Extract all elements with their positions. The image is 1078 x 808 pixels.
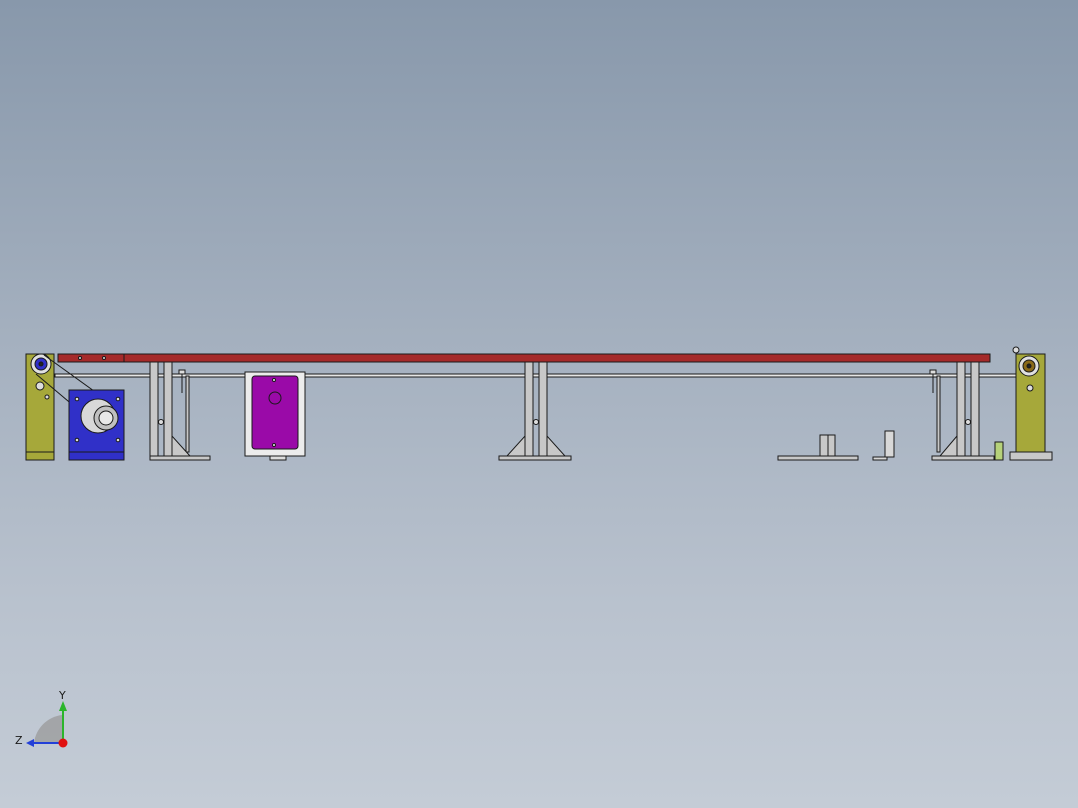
z-axis-arrow	[26, 739, 34, 747]
belt-rivet	[102, 356, 106, 360]
stop-block	[827, 434, 836, 457]
control-box-screw	[272, 378, 276, 382]
x-axis-dot	[58, 738, 68, 748]
y-axis-arrow	[59, 701, 67, 711]
motor-bolt	[115, 396, 121, 402]
middle-leg-gusset-left	[505, 434, 526, 457]
view-orientation-triad: Y Z	[15, 689, 68, 748]
left-sensor-head	[178, 369, 186, 375]
left-leg-post	[149, 361, 159, 461]
stop-plate	[777, 455, 859, 461]
left-leg-bolt	[158, 419, 164, 425]
right-leg-post	[970, 361, 980, 461]
motor-bolt	[115, 437, 121, 443]
z-axis-label: Z	[15, 734, 23, 747]
lower-rail	[54, 373, 1021, 378]
right-leg-gusset	[938, 434, 958, 457]
middle-leg-gusset-right	[546, 434, 567, 457]
right-leg-foot	[931, 455, 995, 461]
control-box-knob	[268, 391, 282, 405]
triad-arc	[34, 715, 62, 743]
right-pulley-bore	[1026, 363, 1032, 369]
right-leg-brace	[936, 375, 941, 453]
y-axis-label: Y	[58, 689, 66, 702]
angle-bracket-vertical	[884, 430, 895, 458]
left-leg-post	[163, 361, 173, 461]
middle-leg-foot	[498, 455, 572, 461]
motor-pulley-inner	[98, 410, 114, 426]
right-frame-foot	[1009, 451, 1053, 461]
conveyor-belt	[57, 353, 991, 363]
motor-bolt	[74, 437, 80, 443]
left-frame-bolt	[44, 394, 50, 400]
motor-bolt	[74, 396, 80, 402]
angle-bracket-base	[872, 456, 888, 461]
right-leg-bolt	[965, 419, 971, 425]
belt-rivet	[78, 356, 82, 360]
middle-leg-post	[524, 361, 534, 461]
left-leg-foot	[149, 455, 211, 461]
stop-block	[819, 434, 829, 457]
left-pulley-bore	[38, 361, 44, 367]
control-box-panel	[251, 375, 299, 450]
left-tensioner-bolt	[35, 381, 45, 391]
green-spacer	[994, 441, 1004, 461]
left-leg-brace	[185, 375, 190, 453]
middle-leg-post	[538, 361, 548, 461]
control-box-screw	[272, 443, 276, 447]
right-leg-post	[956, 361, 966, 461]
right-frame-bolt	[1026, 384, 1034, 392]
right-sensor-head	[929, 369, 937, 375]
right-tensioner-bolt	[1012, 346, 1020, 354]
left-frame-foot	[25, 451, 55, 461]
middle-leg-bolt	[533, 419, 539, 425]
control-box-mount	[269, 455, 287, 461]
cad-viewport[interactable]	[0, 0, 1078, 808]
conveyor-assembly[interactable]	[25, 346, 1053, 461]
